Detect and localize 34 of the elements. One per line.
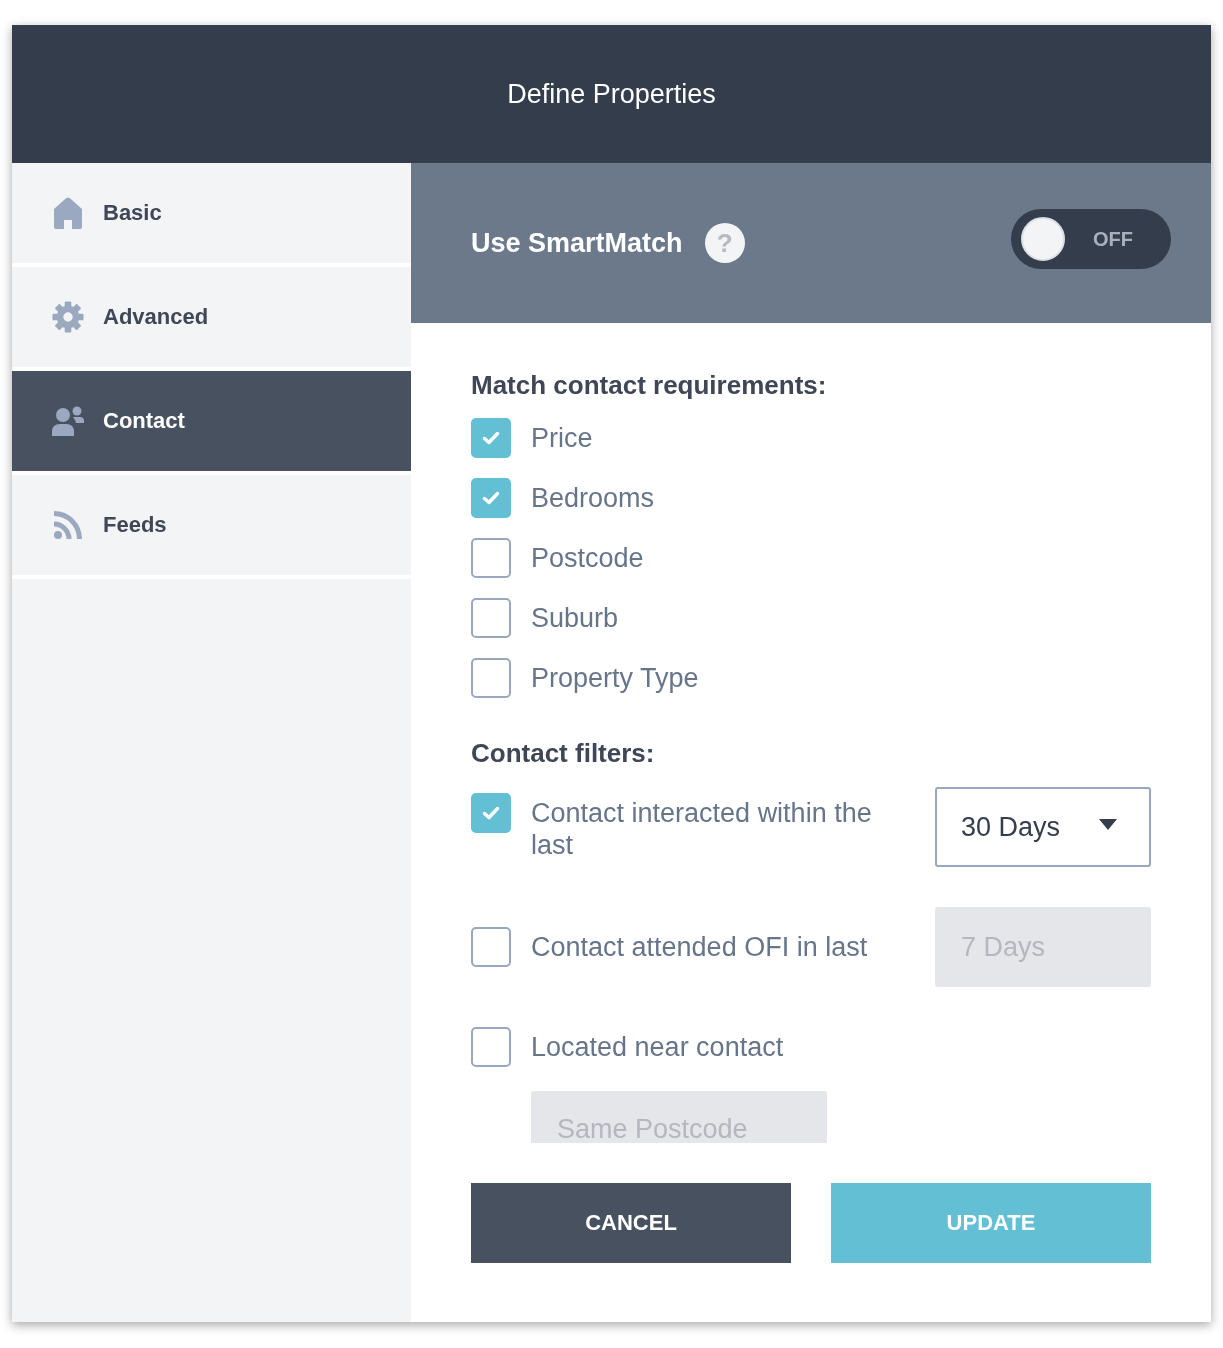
check-icon [482, 431, 500, 445]
option-label: Postcode [531, 542, 644, 574]
sidebar-item[interactable]: Feeds [12, 475, 411, 579]
house-icon [54, 197, 82, 229]
dropdown[interactable]: 30 Days [935, 787, 1151, 867]
checkbox[interactable] [471, 478, 511, 518]
checkbox[interactable] [471, 1027, 511, 1067]
toggle-switch[interactable]: OFF [1011, 209, 1171, 269]
gear-icon [52, 301, 84, 333]
checkbox[interactable] [471, 658, 511, 698]
people-icon [52, 406, 84, 436]
filter-label: Contact attended OFI in last [531, 931, 868, 963]
dialog-title: Define Properties [507, 78, 716, 110]
option-label: Suburb [531, 602, 619, 634]
option-label: Bedrooms [531, 482, 655, 514]
section-heading: Contact filters: [471, 738, 656, 768]
rss-feed-icon [54, 511, 82, 539]
check-icon [482, 806, 500, 820]
option-label: Property Type [531, 662, 699, 694]
filter-label: Located near contact [531, 1031, 784, 1063]
smartmatch-label: Use SmartMatch [471, 227, 683, 259]
section-heading: Match contact requirements: [471, 370, 828, 400]
sidebar-item[interactable]: Contact [12, 371, 411, 475]
caret-icon [1099, 818, 1117, 830]
checkbox[interactable] [471, 538, 511, 578]
option-label: Price [531, 422, 593, 454]
toggle-knob [1021, 217, 1065, 261]
checkbox[interactable] [471, 418, 511, 458]
checkbox[interactable] [471, 927, 511, 967]
checkbox[interactable] [471, 598, 511, 638]
check-icon [482, 491, 500, 505]
cancel-button[interactable]: CANCEL [471, 1183, 791, 1263]
checkbox[interactable] [471, 793, 511, 833]
filter-label: Contact interacted within the last [531, 797, 873, 861]
